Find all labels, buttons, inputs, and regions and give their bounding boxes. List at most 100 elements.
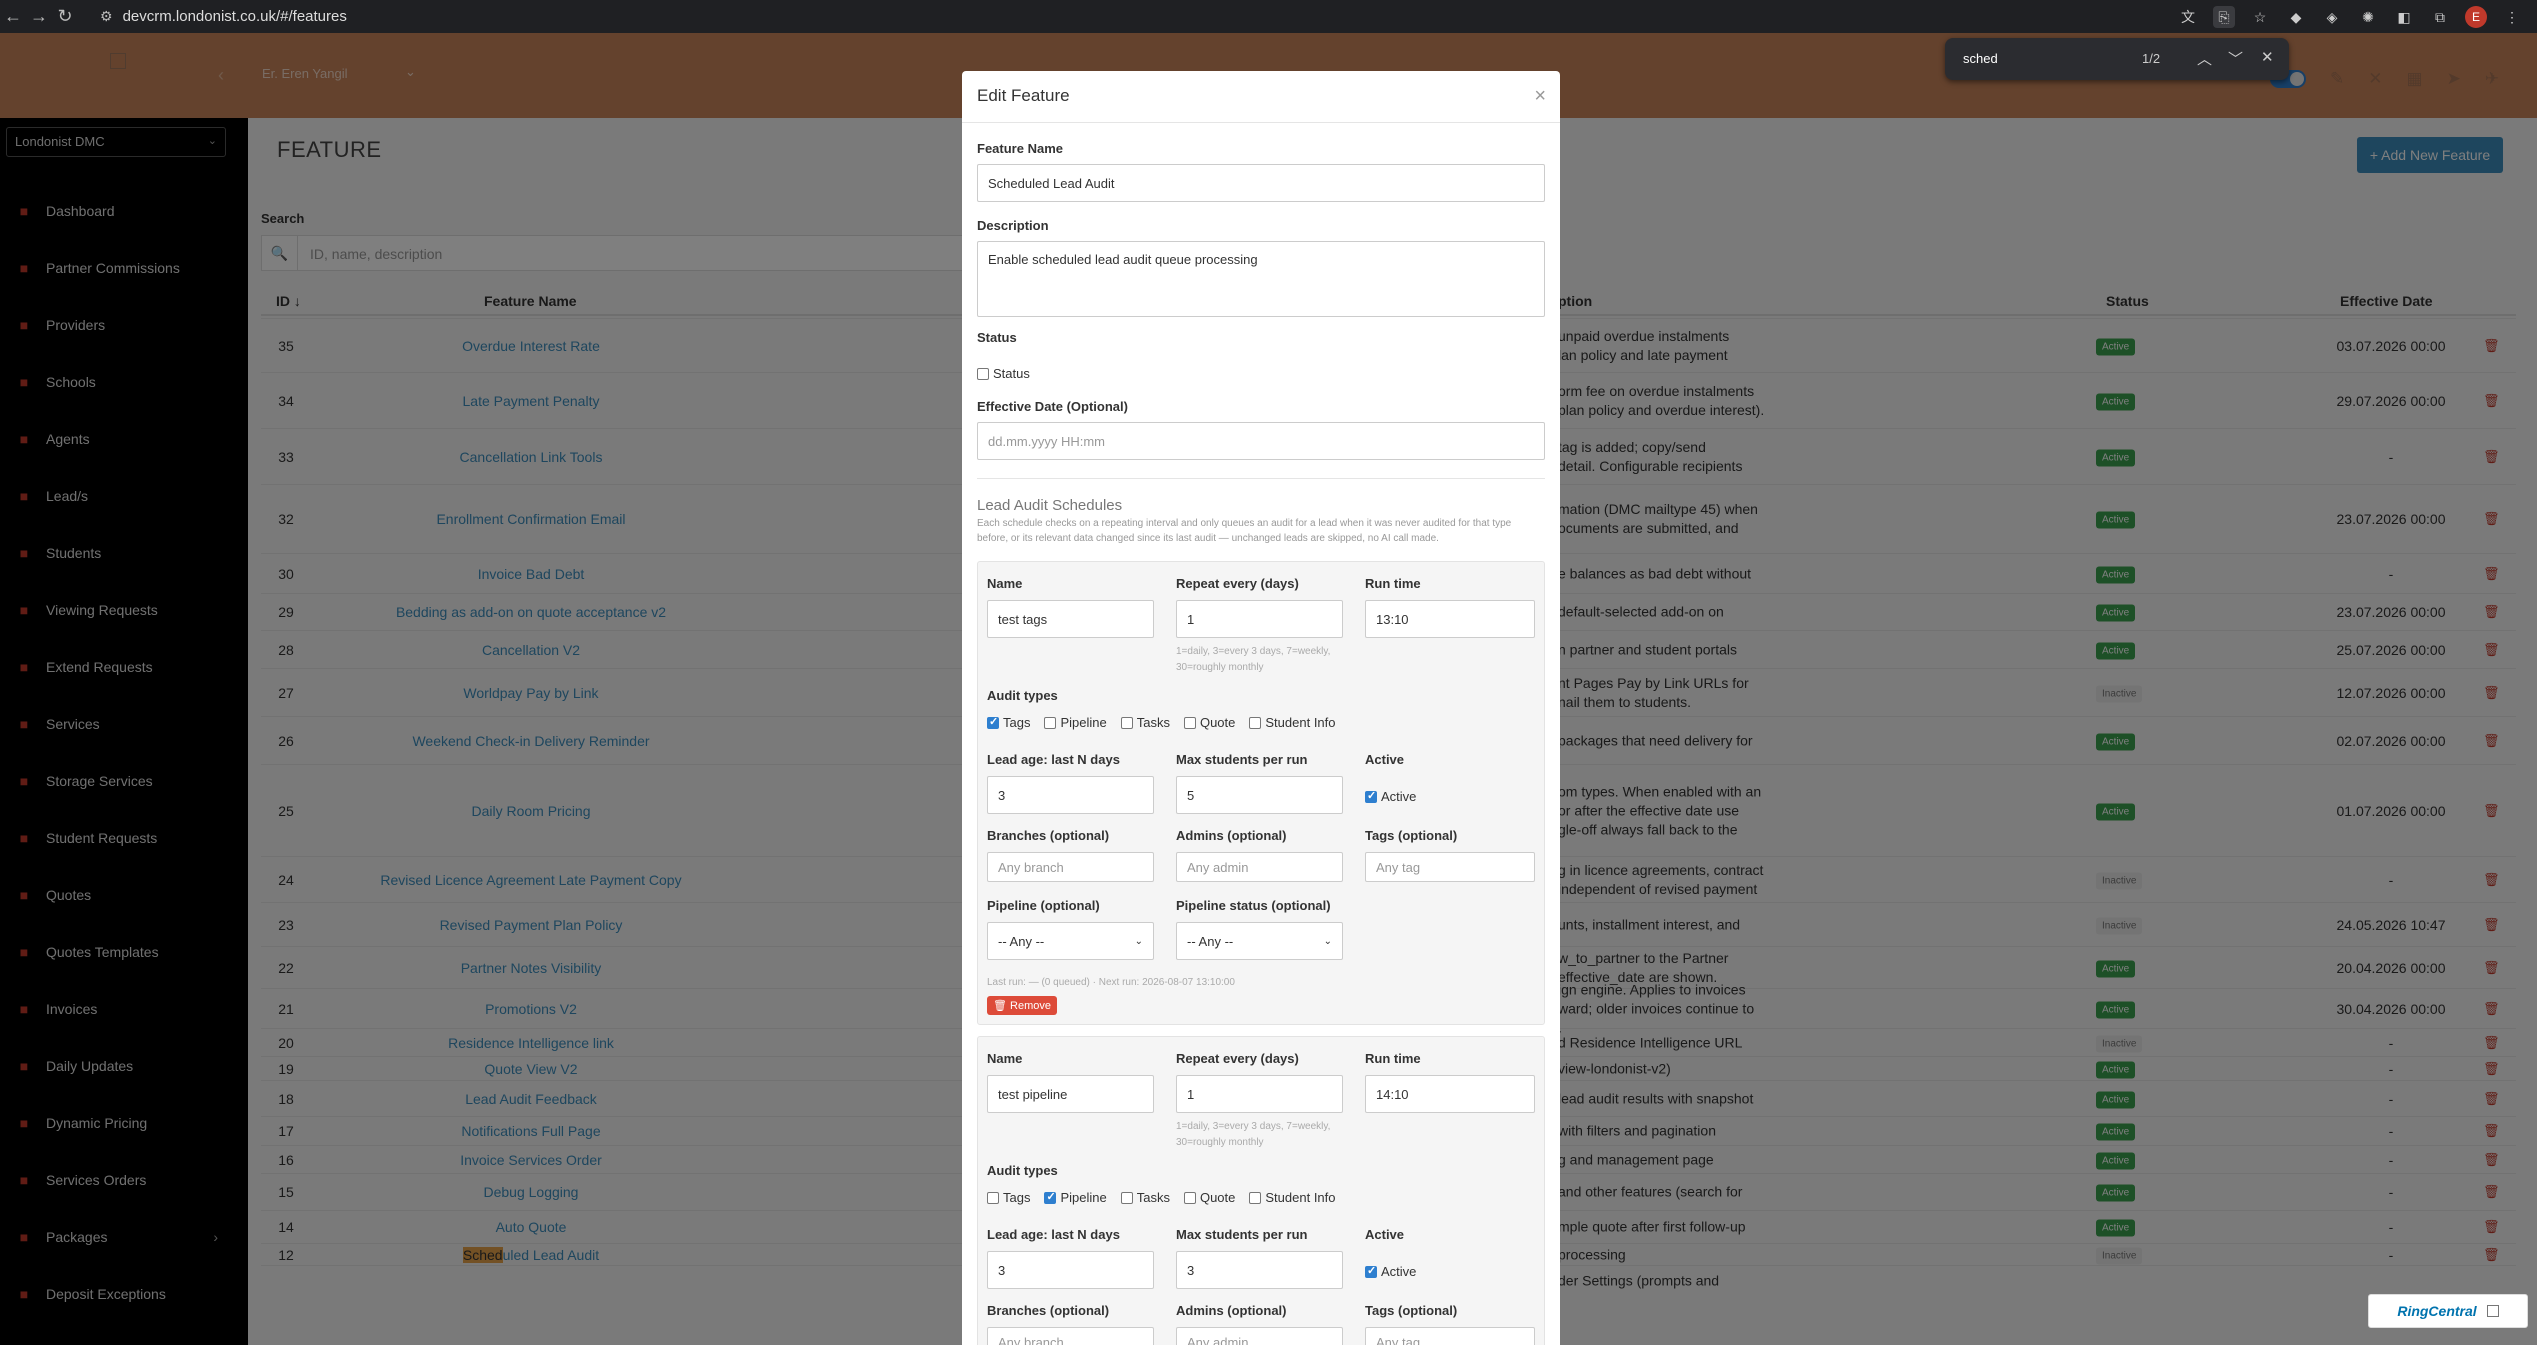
audit-type-tasks-checkbox[interactable] xyxy=(1120,1191,1133,1204)
pipeline-select[interactable]: -- Any -- ⌄ xyxy=(987,922,1154,960)
tags-input[interactable]: Any tag xyxy=(1365,852,1535,882)
audit-type-pipeline-checkbox[interactable] xyxy=(1044,1190,1057,1204)
extension-2-icon[interactable]: ◈ xyxy=(2321,6,2343,28)
feature-name-input[interactable]: Scheduled Lead Audit xyxy=(977,164,1545,202)
branches-input[interactable]: Any branch xyxy=(987,852,1154,882)
audit-type-label: Student Info xyxy=(1265,715,1336,731)
schedule-name-input[interactable]: test pipeline xyxy=(987,1075,1154,1113)
audit-types-label: Audit types xyxy=(987,1163,1058,1178)
reload-icon[interactable]: ↻ xyxy=(52,6,78,27)
schedule-name-input[interactable]: test tags xyxy=(987,600,1154,638)
bookmark-star-icon[interactable]: ☆ xyxy=(2249,6,2271,28)
max-students-input[interactable]: 3 xyxy=(1176,1251,1343,1289)
status-label: Status xyxy=(977,330,1017,345)
menu-dots-icon[interactable]: ⋮ xyxy=(2501,6,2523,28)
effective-date-label: Effective Date (Optional) xyxy=(977,399,1128,414)
tags-label: Tags (optional) xyxy=(1365,1303,1458,1318)
back-icon[interactable]: ← xyxy=(0,6,26,27)
lead-age-label: Lead age: last N days xyxy=(987,1227,1120,1242)
find-prev-icon[interactable]: ︿ xyxy=(2197,48,2212,69)
audit-type-quote-checkbox[interactable] xyxy=(1183,1191,1196,1204)
schedules-help: Each schedule checks on a repeating inte… xyxy=(977,518,1512,544)
edit-feature-modal: Edit Feature × Feature Name Scheduled Le… xyxy=(962,71,1560,1345)
site-info-icon[interactable]: ⚙ xyxy=(100,8,113,25)
description-label: Description xyxy=(977,218,1049,233)
repeat-days-input[interactable]: 1 xyxy=(1176,600,1343,638)
repeat-label: Repeat every (days) xyxy=(1176,576,1299,591)
admins-input[interactable]: Any admin xyxy=(1176,852,1343,882)
translate-icon[interactable]: 文 xyxy=(2177,6,2199,28)
audit-type-student-info-checkbox[interactable] xyxy=(1249,1191,1262,1204)
audit-type-tags-checkbox[interactable] xyxy=(987,1191,999,1204)
schedule-name-label: Name xyxy=(987,576,1023,591)
find-page-icon[interactable]: ⎘ xyxy=(2213,6,2235,28)
address-bar[interactable]: ⚙ devcrm.londonist.co.uk/#/features xyxy=(100,8,347,25)
status-checkbox[interactable] xyxy=(977,367,989,380)
active-checkbox-label: Active xyxy=(1381,1264,1417,1280)
close-icon[interactable]: × xyxy=(1534,85,1546,108)
audit-type-label: Pipeline xyxy=(1060,715,1107,731)
admins-label: Admins (optional) xyxy=(1176,828,1287,843)
max-students-label: Max students per run xyxy=(1176,1227,1308,1242)
repeat-days-input[interactable]: 1 xyxy=(1176,1075,1343,1113)
extension-1-icon[interactable]: ◆ xyxy=(2285,6,2307,28)
audit-type-student-info-checkbox[interactable] xyxy=(1249,716,1262,729)
repeat-hint: 1=daily, 3=every 3 days, 7=weekly, 30=ro… xyxy=(1176,1121,1331,1148)
chevron-down-icon: ⌄ xyxy=(1134,935,1143,947)
find-next-icon[interactable]: ﹀ xyxy=(2228,48,2243,69)
lead-age-label: Lead age: last N days xyxy=(987,752,1120,767)
runtime-label: Run time xyxy=(1365,1051,1421,1066)
runtime-label: Run time xyxy=(1365,576,1421,591)
find-close-icon[interactable]: ✕ xyxy=(2261,48,2274,66)
profile-avatar[interactable]: E xyxy=(2465,6,2487,28)
schedules-title: Lead Audit Schedules xyxy=(977,497,1123,514)
branches-input[interactable]: Any branch xyxy=(987,1327,1154,1345)
chevron-down-icon: ⌄ xyxy=(1323,935,1332,947)
audit-types-group: Tags Pipeline Tasks Quote Student Info xyxy=(987,1189,1350,1207)
active-checkbox-label: Active xyxy=(1381,789,1417,805)
audit-type-tasks-checkbox[interactable] xyxy=(1120,716,1133,729)
audit-type-quote-checkbox[interactable] xyxy=(1183,716,1196,729)
max-students-label: Max students per run xyxy=(1176,752,1308,767)
forward-icon[interactable]: → xyxy=(26,6,52,27)
repeat-hint: 1=daily, 3=every 3 days, 7=weekly, 30=ro… xyxy=(1176,646,1331,673)
expand-icon[interactable] xyxy=(2486,1305,2499,1317)
audit-type-label: Student Info xyxy=(1265,1190,1336,1206)
remove-schedule-button[interactable]: 🗑 Remove xyxy=(987,996,1057,1015)
runtime-input[interactable]: 14:10 xyxy=(1365,1075,1535,1113)
runtime-input[interactable]: 13:10 xyxy=(1365,600,1535,638)
extensions-icon[interactable]: ⧉ xyxy=(2429,6,2451,28)
description-textarea[interactable]: Enable scheduled lead audit queue proces… xyxy=(977,241,1545,317)
audit-type-pipeline-checkbox[interactable] xyxy=(1044,716,1057,729)
active-label: Active xyxy=(1365,752,1405,767)
max-students-input[interactable]: 5 xyxy=(1176,776,1343,814)
audit-type-tags-checkbox[interactable] xyxy=(987,715,999,729)
active-label: Active xyxy=(1365,1227,1405,1242)
effective-date-input[interactable]: dd.mm.yyyy HH:mm xyxy=(977,422,1545,460)
find-input[interactable]: sched xyxy=(1963,51,1998,66)
audit-types-label: Audit types xyxy=(987,688,1058,703)
audit-type-label: Tasks xyxy=(1136,1190,1170,1206)
trash-icon: 🗑 xyxy=(993,1000,1011,1012)
last-run-info: Last run: — (0 queued) · Next run: 2026-… xyxy=(987,977,1235,988)
branches-label: Branches (optional) xyxy=(987,1303,1110,1318)
extension-4-icon[interactable]: ◧ xyxy=(2393,6,2415,28)
audit-type-label: Tasks xyxy=(1136,715,1170,731)
audit-type-label: Tags xyxy=(1003,1190,1031,1206)
audit-type-label: Pipeline xyxy=(1060,1190,1107,1206)
url-text: devcrm.londonist.co.uk/#/features xyxy=(122,8,347,25)
extension-3-icon[interactable]: ✺ xyxy=(2357,6,2379,28)
browser-toolbar: ← → ↻ ⚙ devcrm.londonist.co.uk/#/feature… xyxy=(0,0,2537,33)
tags-input[interactable]: Any tag xyxy=(1365,1327,1535,1345)
lead-age-input[interactable]: 3 xyxy=(987,1251,1154,1289)
schedule-name-label: Name xyxy=(987,1051,1023,1066)
admins-input[interactable]: Any admin xyxy=(1176,1327,1343,1345)
branches-label: Branches (optional) xyxy=(987,828,1110,843)
modal-header: Edit Feature × xyxy=(962,71,1560,123)
tags-label: Tags (optional) xyxy=(1365,828,1458,843)
active-checkbox[interactable] xyxy=(1365,789,1377,803)
active-checkbox[interactable] xyxy=(1365,1264,1377,1278)
ringcentral-widget[interactable]: RingCentral xyxy=(2368,1294,2528,1328)
pipeline-status-select[interactable]: -- Any -- ⌄ xyxy=(1176,922,1343,960)
lead-age-input[interactable]: 3 xyxy=(987,776,1154,814)
